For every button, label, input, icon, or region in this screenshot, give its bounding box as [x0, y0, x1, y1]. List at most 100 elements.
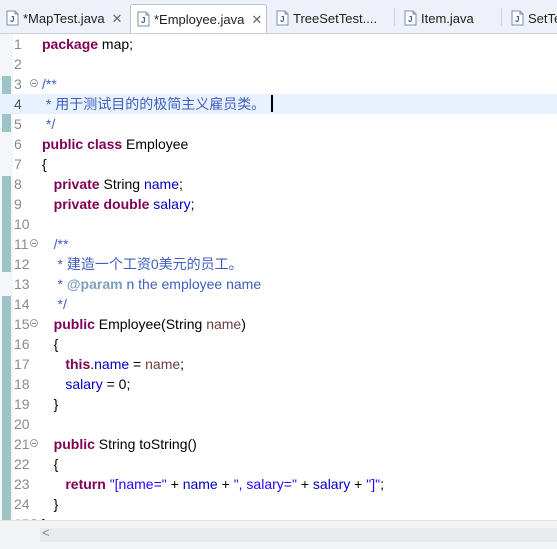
code-token: /**	[42, 76, 57, 92]
code-text: {	[42, 154, 47, 174]
tab-label: *Employee.java	[154, 11, 245, 27]
code-line[interactable]: 17 this.name = name;	[0, 354, 557, 374]
code-token: name	[94, 356, 130, 372]
code-text: public Employee(String name)	[42, 314, 246, 334]
code-token: name	[145, 356, 181, 372]
code-token: ;	[178, 176, 183, 192]
code-line[interactable]: 8 private String name;	[0, 174, 557, 194]
svg-text:J: J	[408, 15, 412, 24]
code-token: Employee(String	[94, 316, 207, 332]
fold-toggle-icon[interactable]	[30, 319, 38, 327]
code-line[interactable]: 18 salary = 0;	[0, 374, 557, 394]
code-line[interactable]: 9 private double salary;	[0, 194, 557, 214]
java-file-icon: J	[276, 10, 289, 26]
code-text: {	[42, 334, 59, 354]
code-token: return	[65, 476, 106, 492]
code-token: salary	[153, 196, 191, 212]
code-token: @param	[66, 276, 123, 292]
code-text: package map;	[42, 34, 133, 54]
code-line[interactable]: 3/**	[0, 74, 557, 94]
code-line[interactable]: 22 {	[0, 454, 557, 474]
code-token: this	[65, 356, 91, 372]
code-text: /**	[42, 234, 69, 254]
code-text: }	[42, 394, 59, 414]
editor-tab[interactable]: J *Employee.java ✕	[130, 4, 267, 33]
code-token: salary	[312, 476, 351, 492]
code-token: "[name="	[109, 476, 167, 492]
code-line[interactable]: 21 public String toString()	[0, 434, 557, 454]
code-line[interactable]: 1 package map;	[0, 34, 557, 54]
editor-tab[interactable]: J Item.java	[398, 4, 498, 32]
code-line[interactable]: 12 * 建造一个工资0美元的员工。	[0, 254, 557, 274]
scrollbar-track[interactable]	[40, 528, 557, 542]
code-token: /**	[42, 236, 69, 252]
java-file-icon: J	[511, 10, 524, 26]
editor-tab[interactable]: J *MapTest.java ✕	[0, 4, 129, 32]
line-number: 16	[14, 336, 30, 352]
code-line[interactable]: 4 * 用于测试目的的极简主义雇员类。	[0, 94, 557, 114]
code-line[interactable]: 5 */	[0, 114, 557, 134]
java-file-icon: J	[137, 11, 150, 27]
code-line[interactable]: 11 /**	[0, 234, 557, 254]
code-line[interactable]: 20	[0, 414, 557, 434]
tab-label: Item.java	[421, 10, 474, 26]
code-token: }	[42, 496, 59, 512]
code-token: Employee	[122, 136, 189, 152]
fold-toggle-icon[interactable]	[30, 79, 38, 87]
code-line[interactable]: 19 }	[0, 394, 557, 414]
editor-tab[interactable]: J TreeSetTest....	[270, 4, 388, 32]
line-number: 6	[14, 136, 22, 152]
code-text: */	[42, 114, 55, 134]
line-number: 18	[14, 376, 30, 392]
code-text: this.name = name;	[42, 354, 184, 374]
code-line[interactable]: 2	[0, 54, 557, 74]
code-text: private String name;	[42, 174, 183, 194]
code-line[interactable]: 23 return "[name=" + name + ", salary=" …	[0, 474, 557, 494]
line-number: 23	[14, 476, 30, 492]
svg-text:J: J	[10, 15, 14, 24]
code-line[interactable]: 14 */	[0, 294, 557, 314]
horizontal-scrollbar[interactable]: <	[0, 520, 557, 549]
fold-toggle-icon[interactable]	[30, 239, 38, 247]
tab-label: SetTes	[528, 10, 557, 26]
code-line[interactable]: 16 {	[0, 334, 557, 354]
code-token: name	[143, 176, 179, 192]
line-number: 14	[14, 296, 30, 312]
code-line[interactable]: 15 public Employee(String name)	[0, 314, 557, 334]
scroll-left-arrow[interactable]: <	[42, 526, 50, 540]
code-text: * 建造一个工资0美元的员工。	[42, 254, 243, 274]
code-line[interactable]: 13 * @param n the employee name	[0, 274, 557, 294]
code-line[interactable]: 10	[0, 214, 557, 234]
code-token: name	[182, 476, 218, 492]
svg-text:J: J	[141, 16, 145, 25]
code-editor[interactable]: 1 package map; 2 3/** 4 * 用于测试目的的极简主义雇员类。 5 *…	[0, 34, 557, 520]
code-token: n the employee name	[122, 276, 262, 292]
code-text: */	[42, 294, 67, 314]
tab-separator	[501, 8, 502, 26]
code-token: +	[217, 476, 234, 492]
text-caret	[271, 95, 274, 112]
line-number: 13	[14, 276, 30, 292]
close-tab-icon[interactable]: ✕	[251, 13, 262, 26]
code-token: {	[42, 456, 59, 472]
code-line[interactable]: 6 public class Employee	[0, 134, 557, 154]
tab-label: TreeSetTest....	[293, 10, 378, 26]
svg-text:J: J	[280, 15, 284, 24]
close-tab-icon[interactable]: ✕	[112, 12, 123, 25]
editor-tab[interactable]: J SetTes	[505, 4, 557, 32]
code-token: ", salary="	[233, 476, 297, 492]
fold-toggle-icon[interactable]	[30, 439, 38, 447]
code-token: +	[350, 476, 367, 492]
code-line[interactable]: 7{	[0, 154, 557, 174]
line-number: 10	[14, 216, 30, 232]
svg-text:J: J	[515, 15, 519, 24]
editor-tab-bar: J *MapTest.java ✕ J *Employee.java ✕ J TreeSetT…	[0, 0, 557, 34]
code-line[interactable]: 24 }	[0, 494, 557, 514]
code-token: )	[241, 316, 246, 332]
line-number: 17	[14, 356, 30, 372]
